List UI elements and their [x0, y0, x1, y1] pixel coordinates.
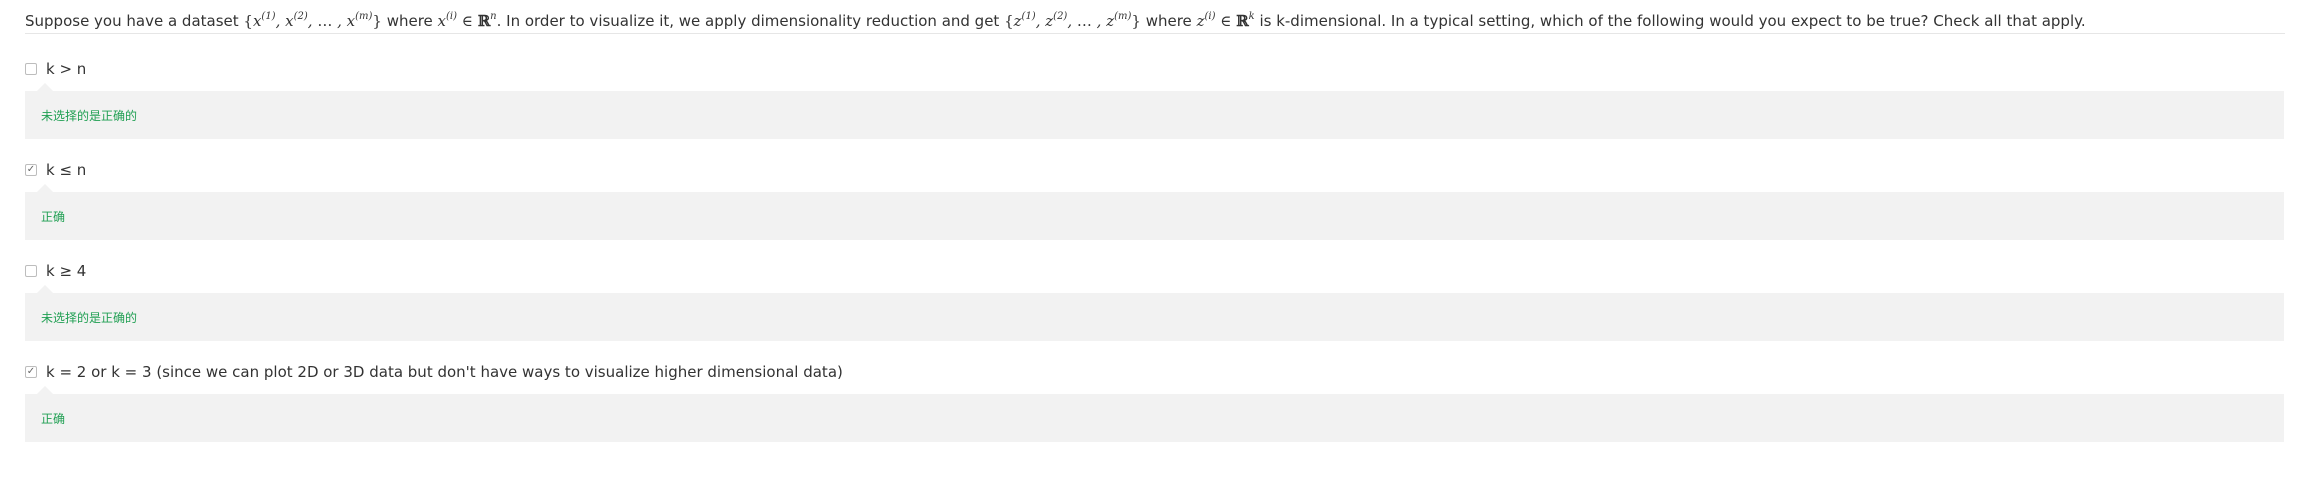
question-intro-text: Suppose you have a dataset [25, 12, 244, 30]
option-feedback-panel: 未选择的是正确的 [25, 83, 2284, 139]
checkmark-icon: ✓ [26, 366, 36, 377]
question-end-text: is k-dimensional. In a typical setting, … [1254, 12, 2086, 30]
option-k-greater-n[interactable]: k > n [25, 59, 86, 79]
option-feedback-panel: 正确 [25, 184, 2284, 240]
option-k-leq-n[interactable]: ✓ k ≤ n [25, 160, 86, 180]
option-k-geq-4[interactable]: k ≥ 4 [25, 261, 86, 281]
option-checkbox[interactable] [25, 265, 37, 277]
z-in-rk-math: z(i) ∈ ℝk [1196, 11, 1255, 31]
option-feedback-panel: 未选择的是正确的 [25, 285, 2284, 341]
dataset-z-math: {z(1), z(2), … , z(m)} [1004, 11, 1141, 31]
option-checkbox[interactable]: ✓ [25, 366, 37, 378]
option-label: k ≥ 4 [46, 262, 87, 280]
question-where-text-2: where [1140, 12, 1197, 30]
option-label: k ≤ n [46, 161, 87, 179]
x-in-rn-math: x(i) ∈ ℝn [437, 11, 497, 31]
option-label: k > n [46, 60, 87, 78]
option-k-2-or-3[interactable]: ✓ k = 2 or k = 3 (since we can plot 2D o… [25, 362, 843, 382]
option-label: k = 2 or k = 3 (since we can plot 2D or … [46, 363, 843, 381]
option-feedback-panel: 正确 [25, 386, 2284, 442]
checkmark-icon: ✓ [26, 164, 36, 175]
option-feedback-text: 正确 [41, 411, 66, 426]
question-text: Suppose you have a dataset {x(1), x(2), … [25, 10, 2285, 34]
option-feedback-text: 正确 [41, 209, 66, 224]
option-checkbox[interactable]: ✓ [25, 164, 37, 176]
question-middle-text: . In order to visualize it, we apply dim… [496, 12, 1005, 30]
option-feedback-text: 未选择的是正确的 [41, 108, 138, 123]
option-feedback-text: 未选择的是正确的 [41, 310, 138, 325]
question-where-text: where [381, 12, 438, 30]
dataset-x-math: {x(1), x(2), … , x(m)} [243, 11, 382, 31]
option-checkbox[interactable] [25, 63, 37, 75]
